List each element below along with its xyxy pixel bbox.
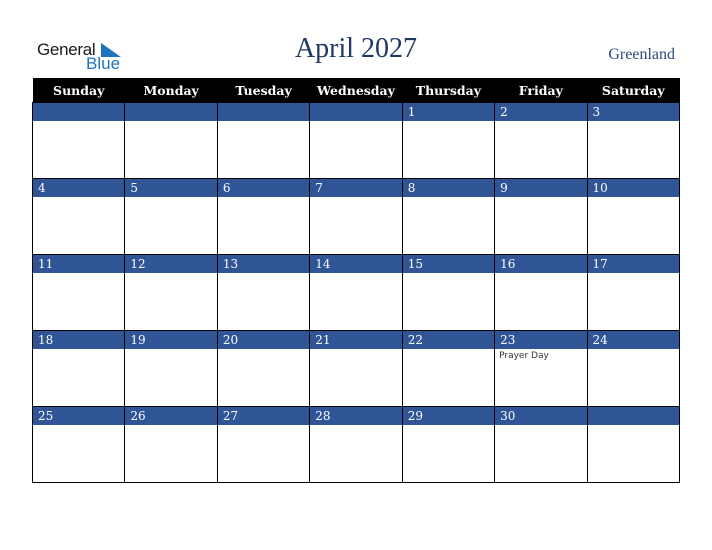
day-cell[interactable]: 12 bbox=[124, 254, 218, 331]
week-row: 25 26 27 28 29 30 bbox=[31, 406, 681, 483]
day-cell[interactable]: 17 bbox=[586, 254, 681, 331]
weekday-header: Monday bbox=[124, 78, 218, 103]
day-number: 6 bbox=[217, 179, 310, 197]
day-number: 28 bbox=[310, 407, 402, 425]
day-number: 30 bbox=[495, 407, 587, 425]
week-row: 4 5 6 7 8 9 10 bbox=[31, 178, 681, 255]
day-cell[interactable]: 4 bbox=[31, 178, 126, 255]
day-cell[interactable] bbox=[31, 102, 126, 179]
day-cell[interactable]: 18 bbox=[31, 330, 126, 407]
day-number: 13 bbox=[217, 255, 310, 273]
day-cell[interactable]: 7 bbox=[309, 178, 403, 255]
day-number: 1 bbox=[402, 103, 495, 121]
day-cell[interactable]: 19 bbox=[124, 330, 218, 407]
day-number: 26 bbox=[125, 407, 217, 425]
day-cell[interactable]: 24 bbox=[586, 330, 681, 407]
day-number: 17 bbox=[587, 255, 679, 273]
weekday-header: Thursday bbox=[402, 78, 495, 103]
day-cell[interactable]: 6 bbox=[216, 178, 311, 255]
day-cell[interactable]: 3 bbox=[586, 102, 681, 179]
weekday-header: Tuesday bbox=[217, 78, 310, 103]
day-cell[interactable]: 23 Prayer Day bbox=[494, 330, 588, 407]
day-number: 14 bbox=[310, 255, 402, 273]
day-cell[interactable]: 8 bbox=[401, 178, 496, 255]
day-number: 10 bbox=[587, 179, 679, 197]
day-number bbox=[310, 103, 402, 121]
weekday-header: Saturday bbox=[587, 78, 680, 103]
day-number: 24 bbox=[587, 331, 679, 349]
day-number: 4 bbox=[33, 179, 125, 197]
day-number: 8 bbox=[402, 179, 495, 197]
day-cell[interactable] bbox=[216, 102, 311, 179]
day-cell[interactable]: 16 bbox=[494, 254, 588, 331]
day-number: 7 bbox=[310, 179, 402, 197]
day-cell[interactable]: 20 bbox=[216, 330, 311, 407]
day-number: 5 bbox=[125, 179, 217, 197]
day-number: 27 bbox=[217, 407, 310, 425]
day-number: 2 bbox=[495, 103, 587, 121]
day-number: 18 bbox=[33, 331, 125, 349]
day-cell[interactable] bbox=[124, 102, 218, 179]
day-cell[interactable]: 25 bbox=[31, 406, 126, 483]
holiday-event: Prayer Day bbox=[499, 351, 549, 361]
weekday-header: Wednesday bbox=[309, 78, 403, 103]
day-cell[interactable]: 15 bbox=[401, 254, 496, 331]
day-cell[interactable]: 21 bbox=[309, 330, 403, 407]
day-cell[interactable]: 28 bbox=[309, 406, 403, 483]
day-number bbox=[33, 103, 125, 121]
day-number bbox=[587, 407, 679, 425]
week-row: 11 12 13 14 15 16 17 bbox=[31, 254, 681, 331]
day-cell[interactable]: 5 bbox=[124, 178, 218, 255]
calendar-title: April 2027 bbox=[294, 33, 418, 64]
day-number: 23 bbox=[495, 331, 587, 349]
day-cell[interactable]: 26 bbox=[124, 406, 218, 483]
day-number bbox=[125, 103, 217, 121]
day-cell[interactable]: 10 bbox=[586, 178, 681, 255]
day-cell[interactable]: 22 bbox=[401, 330, 496, 407]
calendar-grid: Sunday Monday Tuesday Wednesday Thursday… bbox=[31, 78, 681, 483]
day-number bbox=[217, 103, 310, 121]
day-cell[interactable] bbox=[586, 406, 681, 483]
day-cell[interactable]: 30 bbox=[494, 406, 588, 483]
week-row: 18 19 20 21 22 23 Prayer Day 24 bbox=[31, 330, 681, 407]
day-number: 19 bbox=[125, 331, 217, 349]
day-cell[interactable]: 13 bbox=[216, 254, 311, 331]
day-cell[interactable] bbox=[309, 102, 403, 179]
day-cell[interactable]: 11 bbox=[31, 254, 126, 331]
day-number: 29 bbox=[402, 407, 495, 425]
day-number: 20 bbox=[217, 331, 310, 349]
weekday-header: Sunday bbox=[32, 78, 125, 103]
day-number: 21 bbox=[310, 331, 402, 349]
day-cell[interactable]: 29 bbox=[401, 406, 496, 483]
day-cell[interactable]: 1 bbox=[401, 102, 496, 179]
day-number: 16 bbox=[495, 255, 587, 273]
day-cell[interactable]: 27 bbox=[216, 406, 311, 483]
country-label: Greenland bbox=[608, 46, 675, 63]
day-cell[interactable]: 2 bbox=[494, 102, 588, 179]
day-number: 11 bbox=[33, 255, 125, 273]
day-cell[interactable]: 9 bbox=[494, 178, 588, 255]
week-row: 123 bbox=[31, 102, 681, 179]
day-cell[interactable]: 14 bbox=[309, 254, 403, 331]
weekday-header-row: Sunday Monday Tuesday Wednesday Thursday… bbox=[32, 78, 680, 103]
day-number: 12 bbox=[125, 255, 217, 273]
day-number: 25 bbox=[33, 407, 125, 425]
day-number: 15 bbox=[402, 255, 495, 273]
day-number: 3 bbox=[587, 103, 679, 121]
day-number: 22 bbox=[402, 331, 495, 349]
weekday-header: Friday bbox=[494, 78, 588, 103]
day-number: 9 bbox=[495, 179, 587, 197]
